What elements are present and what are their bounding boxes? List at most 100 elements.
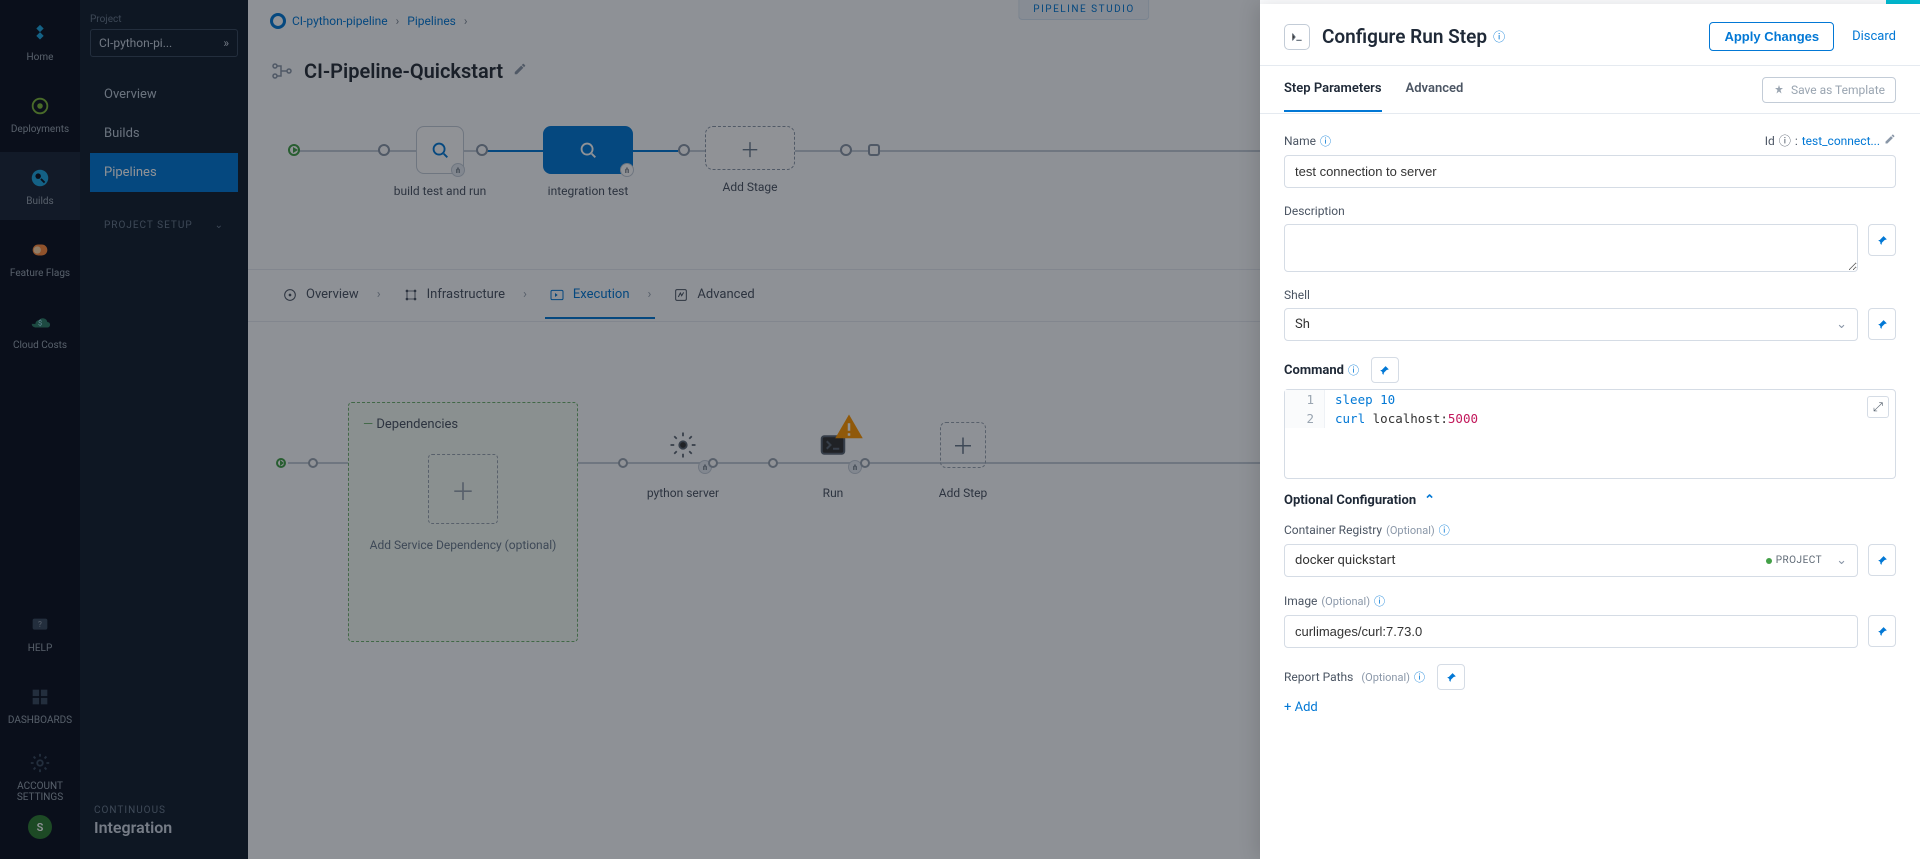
rail-deployments[interactable]: Deployments <box>0 80 80 148</box>
rail-label: Cloud Costs <box>13 340 67 351</box>
chevron-right-icon: › <box>377 287 381 302</box>
node-dot <box>378 144 390 156</box>
pin-button[interactable] <box>1868 308 1896 340</box>
add-dependency-button[interactable]: ＋ <box>428 454 498 524</box>
edit-title-icon[interactable] <box>513 62 527 80</box>
name-label: Name <box>1284 134 1316 148</box>
panel-tab-bar: Step Parameters Advanced Save as Templat… <box>1260 66 1920 114</box>
info-icon[interactable]: ⓘ <box>1779 132 1791 149</box>
node-dot <box>618 458 628 468</box>
discard-link[interactable]: Discard <box>1852 29 1896 44</box>
rail-builds[interactable]: Builds <box>0 152 80 220</box>
optional-text: (Optional) <box>1361 671 1410 684</box>
code-token: localhost <box>1373 411 1441 426</box>
svg-text:?: ? <box>38 619 42 629</box>
integration-label: Integration <box>94 818 234 837</box>
tab-infrastructure[interactable]: Infrastructure › <box>399 273 531 319</box>
sidebar-builds[interactable]: Builds <box>90 114 238 153</box>
pin-button[interactable] <box>1437 664 1465 690</box>
chevron-down-icon: ⌄ <box>1836 553 1847 568</box>
stage-build-label: build test and run <box>380 184 500 198</box>
container-registry-select[interactable]: docker quickstart PROJECT ⌄ <box>1284 544 1858 577</box>
project-name: CI-python-pi... <box>99 36 172 50</box>
configure-step-panel: Configure Run Step ⓘ Apply Changes Disca… <box>1260 4 1920 859</box>
chevron-right-icon: › <box>648 287 652 302</box>
plus-icon: ＋ <box>451 472 475 507</box>
step-python-label: python server <box>647 486 719 500</box>
image-input[interactable] <box>1284 615 1858 648</box>
rail-account-settings[interactable]: ACCOUNT SETTINGS <box>0 743 80 811</box>
crumb-project[interactable]: CI-python-pipeline <box>292 14 388 28</box>
user-avatar[interactable]: S <box>28 815 52 839</box>
tab-advanced[interactable]: Advanced <box>669 273 758 319</box>
add-report-path-link[interactable]: + Add <box>1284 700 1318 715</box>
stage-build[interactable]: ⋔ <box>416 126 464 174</box>
description-input[interactable] <box>1284 224 1858 272</box>
command-editor[interactable]: ⤢ 1sleep 10 2curl localhost:5000 <box>1284 389 1896 479</box>
rail-label: Home <box>27 52 54 63</box>
rail-label: ACCOUNT SETTINGS <box>0 781 80 803</box>
registry-scope-badge: PROJECT <box>1766 555 1822 566</box>
optional-config-label: Optional Configuration <box>1284 493 1416 508</box>
add-stage-button[interactable]: ＋ <box>705 126 795 170</box>
help-icon: ? <box>28 613 52 637</box>
rail-dashboards[interactable]: DASHBOARDS <box>0 671 80 739</box>
rail-feature-flags[interactable]: Feature Flags <box>0 224 80 292</box>
pin-button[interactable] <box>1868 544 1896 576</box>
dependencies-box: Dependencies ＋ Add Service Dependency (o… <box>348 402 578 642</box>
step-run[interactable]: ⋔ <box>810 422 856 468</box>
tab-advanced-label: Advanced <box>697 287 754 302</box>
code-token: curl <box>1335 411 1373 426</box>
tab-infra-label: Infrastructure <box>427 287 505 302</box>
project-selector[interactable]: CI-python-pi... » <box>90 29 238 57</box>
info-icon[interactable]: ⓘ <box>1320 133 1331 149</box>
plus-icon: ＋ <box>952 429 974 461</box>
add-step-button[interactable]: ＋ <box>940 422 986 468</box>
tab-overview[interactable]: Overview › <box>278 273 385 319</box>
pin-button[interactable] <box>1371 357 1399 383</box>
step-python-server[interactable]: ⋔ <box>660 422 706 468</box>
expand-editor-button[interactable]: ⤢ <box>1867 396 1889 418</box>
name-input[interactable] <box>1284 155 1896 188</box>
pin-button[interactable] <box>1868 615 1896 647</box>
command-label: Command <box>1284 363 1344 378</box>
rail-home[interactable]: Home <box>0 8 80 76</box>
shell-select[interactable]: Sh ⌄ <box>1284 308 1858 341</box>
pipeline-start[interactable] <box>288 144 300 156</box>
container-registry-label: Container Registry <box>1284 523 1382 537</box>
node-dot <box>308 458 318 468</box>
project-setup-toggle[interactable]: PROJECT SETUP ⌄ <box>90 210 238 241</box>
id-label: Id <box>1765 134 1775 148</box>
rail-help[interactable]: ? HELP <box>0 599 80 667</box>
stage-integration-label: integration test <box>528 184 648 198</box>
stage-sub-badge: ⋔ <box>620 163 634 177</box>
code-line: sleep 10 <box>1335 392 1395 407</box>
info-icon[interactable]: ⓘ <box>1374 593 1385 609</box>
save-as-template-button[interactable]: Save as Template <box>1762 77 1896 103</box>
tab-execution-label: Execution <box>573 287 630 302</box>
pin-button[interactable] <box>1868 224 1896 256</box>
run-step-icon <box>1284 24 1310 50</box>
tab-advanced-panel[interactable]: Advanced <box>1406 67 1464 112</box>
global-nav-rail: Home Deployments Builds Feature Flags $ … <box>0 0 80 859</box>
crumb-pipelines[interactable]: Pipelines <box>407 14 456 28</box>
optional-config-toggle[interactable]: Optional Configuration ⌃ <box>1284 493 1896 508</box>
cloud-costs-icon: $ <box>28 310 52 334</box>
info-icon[interactable]: ⓘ <box>1348 362 1359 378</box>
tab-execution[interactable]: Execution › <box>545 273 656 319</box>
dependencies-hint: Add Service Dependency (optional) <box>363 538 563 552</box>
info-icon[interactable]: ⓘ <box>1439 522 1450 538</box>
report-paths-label: Report Paths <box>1284 670 1353 684</box>
edit-id-icon[interactable] <box>1884 133 1896 148</box>
info-icon[interactable]: ⓘ <box>1493 28 1505 45</box>
dependencies-title: Dependencies <box>363 417 563 432</box>
rail-cloud-costs[interactable]: $ Cloud Costs <box>0 296 80 364</box>
exec-start[interactable] <box>276 458 286 468</box>
sidebar-pipelines[interactable]: Pipelines <box>90 153 238 192</box>
apply-changes-button[interactable]: Apply Changes <box>1709 22 1834 51</box>
tab-step-parameters[interactable]: Step Parameters <box>1284 67 1382 112</box>
info-icon[interactable]: ⓘ <box>1414 669 1425 685</box>
sidebar-overview[interactable]: Overview <box>90 75 238 114</box>
add-stage-label: Add Stage <box>690 180 810 194</box>
stage-integration[interactable]: ⋔ <box>543 126 633 174</box>
